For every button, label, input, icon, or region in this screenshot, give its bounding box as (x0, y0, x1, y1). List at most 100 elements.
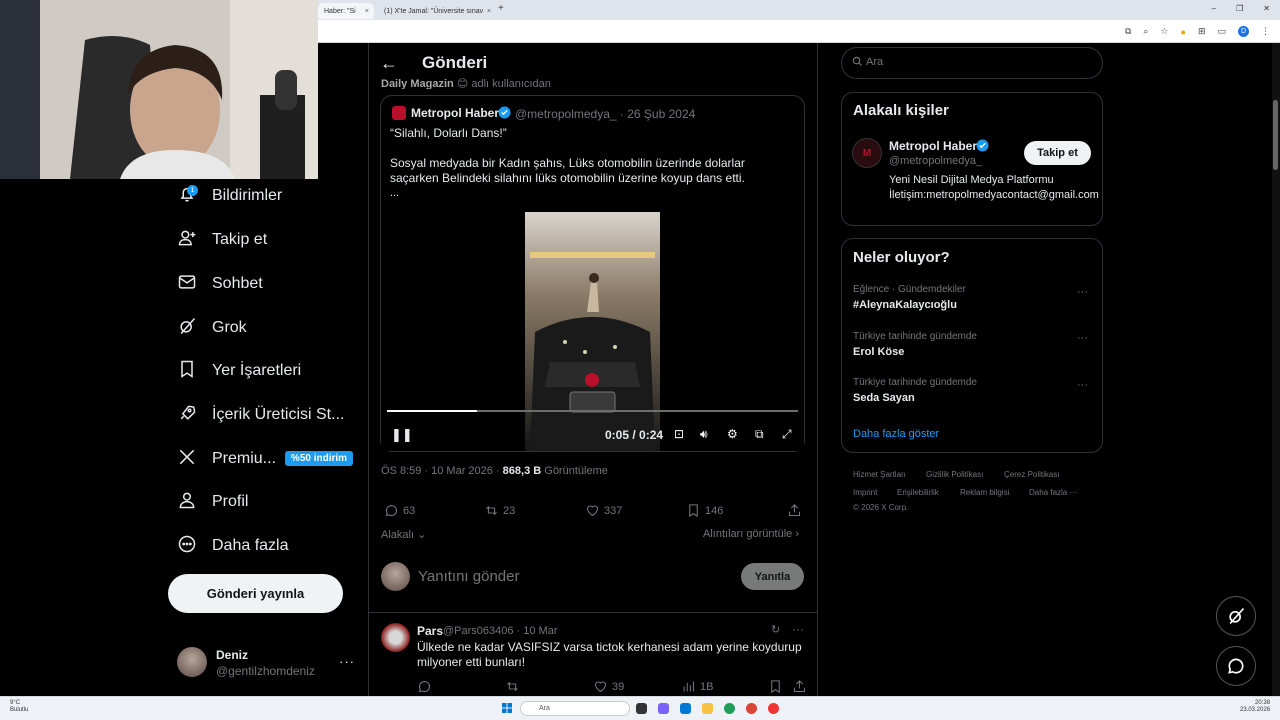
follow-button[interactable]: Takip et (1024, 141, 1091, 165)
fullscreen-icon[interactable]: ⤢ (782, 427, 792, 442)
view-quotes-link[interactable]: Alıntıları görüntüle › (703, 528, 799, 540)
settings-gear-icon[interactable]: ⚙ (727, 427, 738, 441)
quoted-post-body: Sosyal medyada bir Kadın şahıs, Lüks oto… (390, 156, 745, 185)
sidepanel-icon[interactable]: ▭ (1217, 26, 1226, 37)
reply-author-name[interactable]: Pars (417, 624, 443, 638)
profile-avatar[interactable]: D (1238, 26, 1249, 37)
nav-chat[interactable]: Sohbet (177, 269, 263, 299)
footer-link-cookies[interactable]: Çerez Politikası (1004, 470, 1060, 479)
footer-link-terms[interactable]: Hizmet Şartları (853, 470, 906, 479)
windows-start-icon[interactable] (502, 703, 512, 713)
edge-icon[interactable] (680, 703, 691, 714)
nav-premium[interactable]: Premiu... (177, 444, 276, 474)
messages-fab[interactable] (1216, 646, 1256, 686)
star-icon[interactable]: ☆ (1160, 26, 1168, 37)
scrollbar-thumb[interactable] (1273, 100, 1278, 170)
nav-creator-studio[interactable]: İçerik Üreticisi St... (177, 400, 344, 430)
taskbar-search[interactable]: Ara (520, 701, 630, 716)
post-button[interactable]: Gönderi yayınla (168, 574, 343, 613)
tab-close-icon[interactable]: × (365, 8, 369, 15)
share-action[interactable] (792, 679, 811, 694)
repost-context: Daily Magazin 😊 adlı kullanıcıdan (381, 77, 581, 89)
reply-action[interactable] (417, 679, 436, 694)
bookmark-action[interactable]: 146 (686, 503, 723, 518)
nav-label: Daha fazla (212, 537, 289, 554)
maximize-icon[interactable]: ❐ (1236, 4, 1243, 13)
quoted-author-name[interactable]: Metropol Haber (411, 106, 499, 120)
browser-menu-icon[interactable]: ⋮ (1261, 26, 1270, 37)
trend-name[interactable]: Erol Köse (853, 346, 904, 358)
like-action[interactable]: 337 (585, 503, 622, 518)
system-clock[interactable]: 20:38 23.03.2026 (1240, 700, 1270, 714)
close-window-icon[interactable]: ✕ (1263, 4, 1270, 13)
show-more-link[interactable]: Daha fazla göster (853, 428, 939, 440)
bookmark-action[interactable] (768, 679, 787, 694)
reply-user-avatar[interactable] (381, 562, 410, 591)
trend-name[interactable]: #AleynaKalaycıoğlu (853, 299, 957, 311)
minimize-icon[interactable]: – (1212, 4, 1216, 13)
install-icon[interactable]: ⧉ (1125, 26, 1131, 37)
chart-icon (683, 681, 695, 692)
pip-icon[interactable]: ⧉ (755, 427, 764, 442)
grok-fab[interactable] (1216, 596, 1256, 636)
trend-more-icon[interactable]: ··· (1077, 286, 1088, 298)
like-action[interactable]: 39 (593, 679, 624, 694)
nav-label: Takip et (212, 231, 268, 248)
repost-action[interactable] (505, 679, 524, 694)
back-arrow-icon[interactable]: ← (380, 53, 398, 74)
captions-icon[interactable]: ⊡ (674, 427, 684, 441)
more-icon[interactable]: ··· (792, 622, 804, 636)
user-avatar[interactable] (177, 647, 207, 677)
related-avatar[interactable]: M (852, 138, 882, 168)
nav-notifications[interactable]: 1 Bildirimler (177, 181, 282, 211)
trend-more-icon[interactable]: ··· (1077, 332, 1088, 344)
nav-grok[interactable]: Grok (177, 313, 247, 343)
post-timestamp[interactable]: ÖS 8:59 · 10 Mar 2026 · (381, 465, 503, 477)
new-tab-button[interactable]: + (498, 3, 504, 14)
reply-action[interactable]: 63 (384, 503, 415, 518)
footer-link-imprint[interactable]: Imprint (853, 488, 877, 497)
zoom-icon[interactable]: ⌕ (1143, 26, 1148, 37)
volume-icon[interactable]: 🔊︎ (700, 427, 708, 442)
repost-action[interactable]: 23 (484, 503, 515, 518)
nav-more[interactable]: Daha fazla (177, 531, 289, 561)
sort-relevant-dropdown[interactable]: Alakalı ⌄ (381, 528, 426, 541)
file-explorer-icon[interactable] (702, 703, 713, 714)
copilot-icon[interactable] (658, 703, 669, 714)
nav-profile[interactable]: Profil (177, 487, 248, 517)
weather-widget[interactable]: 9°C Bulutlu (10, 700, 28, 714)
reply-author-avatar[interactable] (381, 623, 410, 652)
premium-discount-badge[interactable]: %50 indirim (285, 451, 353, 466)
puzzle-icon[interactable]: ⊞ (1198, 26, 1206, 37)
browser-tab[interactable]: (1) X'te Jamal: "Üniversite sınav × (378, 3, 496, 19)
nav-bookmarks[interactable]: Yer İşaretleri (177, 356, 301, 386)
search-input[interactable] (866, 56, 1066, 68)
reply-button[interactable]: Yanıtla (741, 563, 804, 590)
chevron-right-icon: › (792, 528, 800, 540)
reply-input[interactable] (418, 568, 718, 585)
footer-link-ads[interactable]: Reklam bilgisi (960, 488, 1009, 497)
view-count: 1B (700, 680, 714, 693)
chrome-icon[interactable] (746, 703, 757, 714)
app-icon[interactable] (768, 703, 779, 714)
pause-icon[interactable]: ❚❚ (391, 427, 413, 443)
video-frame[interactable] (525, 212, 660, 451)
browser-tab-active[interactable]: Haber: "Si × (318, 3, 374, 19)
share-action[interactable] (787, 503, 806, 518)
trend-name[interactable]: Seda Sayan (853, 392, 915, 404)
account-more-icon[interactable]: ··· (339, 654, 355, 669)
browser-icon[interactable] (724, 703, 735, 714)
tab-close-icon[interactable]: × (487, 8, 491, 15)
footer-link-more[interactable]: Daha fazla ··· (1029, 488, 1077, 497)
footer-link-accessibility[interactable]: Erişilebilirlik (897, 488, 939, 497)
chat-bubble-icon (1228, 658, 1244, 674)
nav-follow[interactable]: Takip et (177, 225, 267, 255)
trend-more-icon[interactable]: ··· (1077, 379, 1088, 391)
grok-icon[interactable]: ↻ (771, 623, 780, 636)
related-name[interactable]: Metropol Haber (889, 139, 977, 153)
footer-link-privacy[interactable]: Gizlilik Politikası (926, 470, 983, 479)
taskview-icon[interactable] (636, 703, 647, 714)
quoted-author-avatar[interactable] (392, 106, 406, 120)
extension-icon[interactable]: ● (1181, 27, 1186, 37)
views-action[interactable]: 1B (681, 679, 713, 694)
